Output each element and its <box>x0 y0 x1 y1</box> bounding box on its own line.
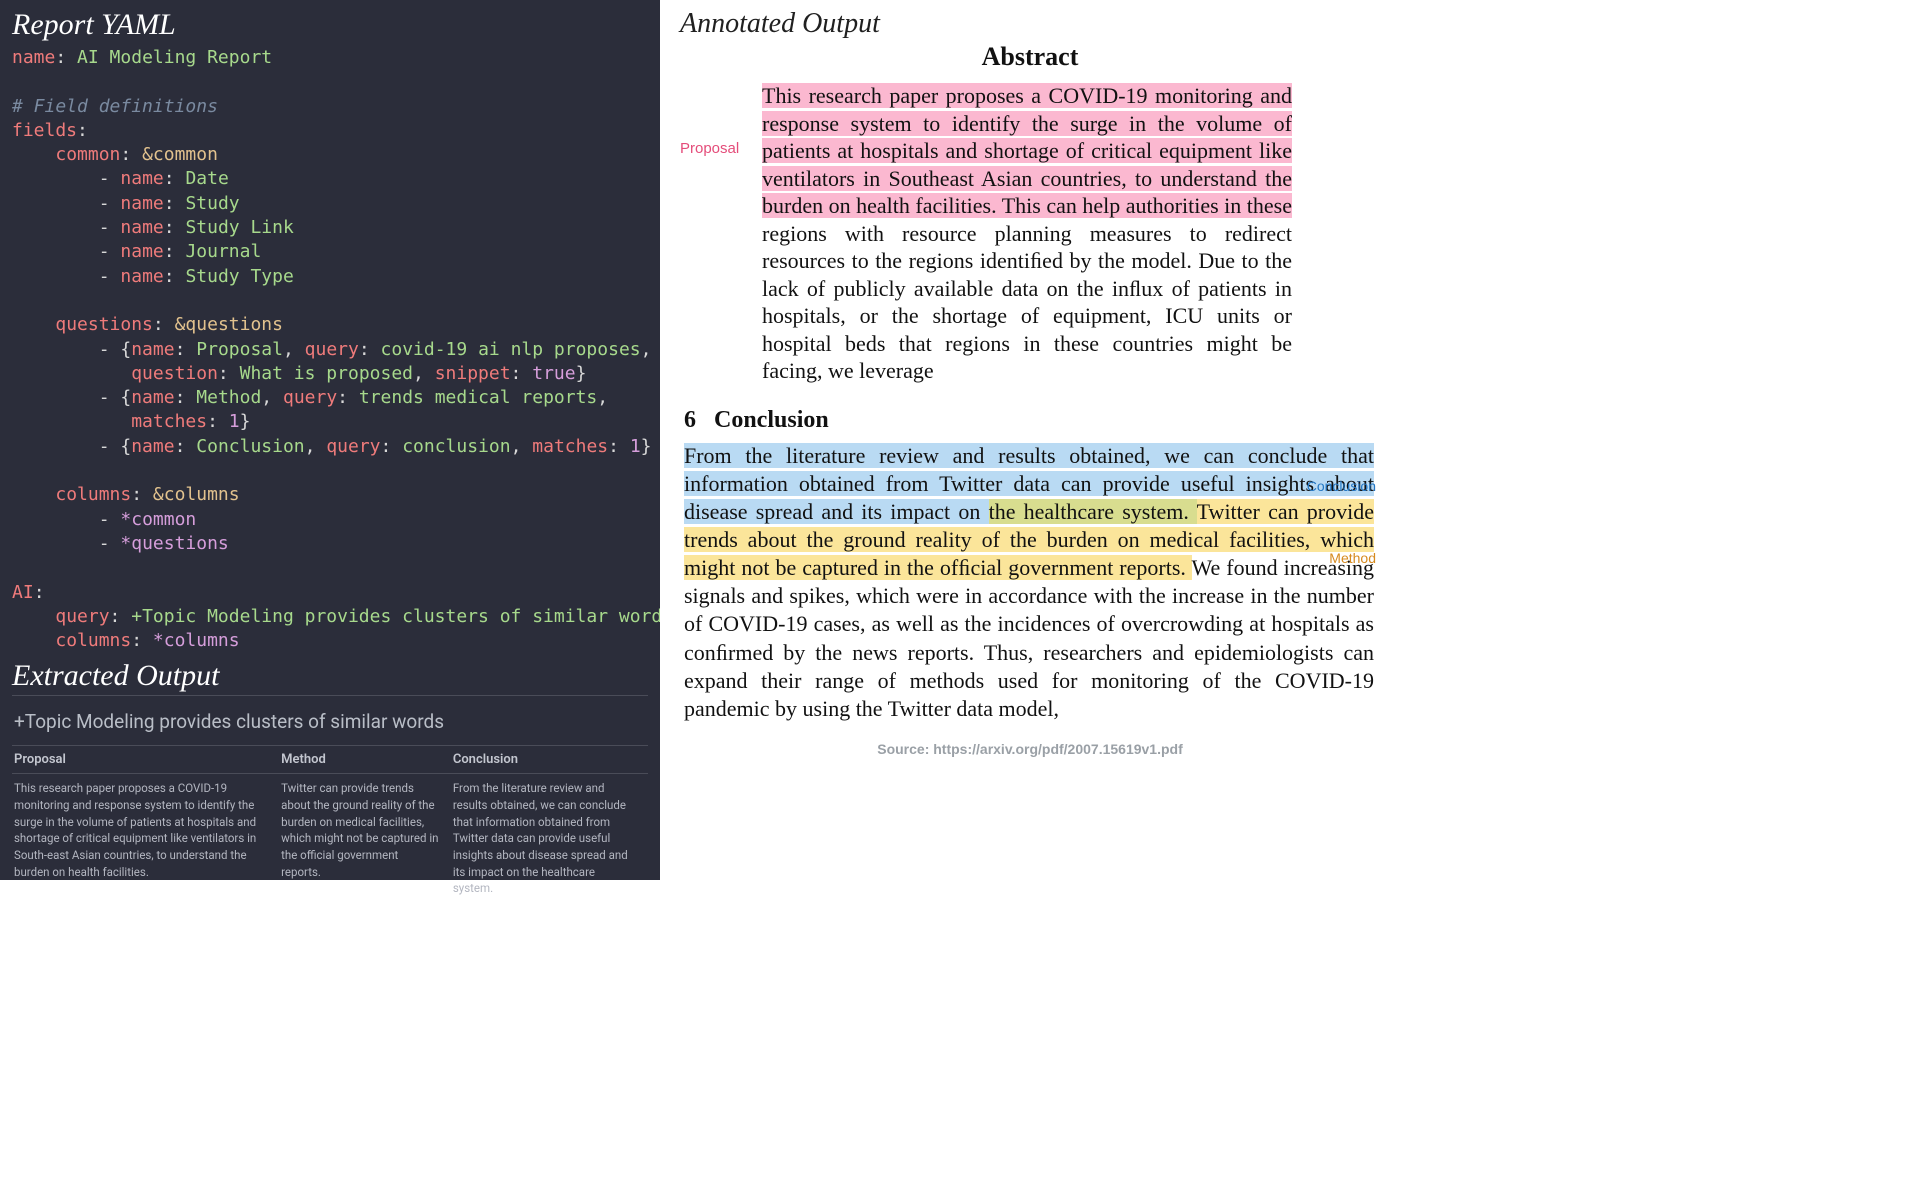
cell-conclusion: From the literature review and results o… <box>451 774 648 899</box>
yaml-key-ai: AI <box>12 582 34 603</box>
yaml-key-columns: columns <box>55 484 131 505</box>
yaml-ref: *columns <box>153 630 240 651</box>
yaml-anchor-questions: &questions <box>175 314 283 335</box>
yaml-ref: *questions <box>120 533 228 554</box>
col-conclusion: Conclusion <box>451 746 648 774</box>
yaml-key-fields: fields <box>12 120 77 141</box>
label-method: Method <box>1329 550 1376 568</box>
highlight-proposal: This can help authorities in these <box>1002 193 1292 218</box>
table-header-row: Proposal Method Conclusion <box>12 746 648 774</box>
highlight-overlap: the healthcare system. <box>989 499 1197 524</box>
ai-query-val: +Topic Modeling provides clusters of sim… <box>131 606 673 627</box>
yaml-comment: # Field definitions <box>12 96 218 117</box>
source-line: Source: https://arxiv.org/pdf/2007.15619… <box>680 741 1380 757</box>
conclusion-text: Conclusion Method From the literature re… <box>684 442 1374 724</box>
yaml-anchor-columns: &columns <box>153 484 240 505</box>
section-heading: 6 Conclusion <box>684 407 1380 434</box>
yaml-key-questions: questions <box>55 314 153 335</box>
yaml-key-name: name <box>12 47 55 68</box>
section-title: Conclusion <box>714 407 829 433</box>
yaml-val-name: AI Modeling Report <box>77 47 272 68</box>
table-row: This research paper proposes a COVID-19 … <box>12 774 648 899</box>
common-item: Journal <box>185 241 261 262</box>
extracted-title: +Topic Modeling provides clusters of sim… <box>14 710 648 733</box>
cell-method: Twitter can provide trends about the gro… <box>279 774 451 899</box>
col-method: Method <box>279 746 451 774</box>
common-item: Study Type <box>185 266 293 287</box>
yaml-anchor-common: &common <box>142 144 218 165</box>
abstract-rest: regions with resource planning measures … <box>762 221 1292 384</box>
extracted-output-heading: Extracted Output <box>12 659 648 696</box>
common-item: Study Link <box>185 217 293 238</box>
cell-proposal: This research paper proposes a COVID-19 … <box>12 774 279 899</box>
section-number: 6 <box>684 407 696 433</box>
common-item: Study <box>185 193 239 214</box>
common-item: Date <box>185 168 228 189</box>
col-proposal: Proposal <box>12 746 279 774</box>
label-conclusion: Conclusion <box>1307 478 1376 496</box>
label-proposal: Proposal <box>680 82 754 157</box>
annotated-output-heading: Annotated Output <box>680 8 1380 40</box>
left-panel: Report YAML name: AI Modeling Report # F… <box>0 0 660 880</box>
abstract-text: This research paper proposes a COVID-19 … <box>762 82 1292 385</box>
extracted-table: Proposal Method Conclusion This research… <box>12 745 648 899</box>
abstract-title: Abstract <box>680 42 1380 72</box>
yaml-key-common: common <box>55 144 120 165</box>
yaml-block: name: AI Modeling Report # Field definit… <box>12 46 648 653</box>
abstract-block: Proposal This research paper proposes a … <box>680 82 1380 385</box>
report-yaml-heading: Report YAML <box>12 8 648 42</box>
yaml-ref: *common <box>120 509 196 530</box>
right-panel: Annotated Output Abstract Proposal This … <box>660 0 1408 880</box>
